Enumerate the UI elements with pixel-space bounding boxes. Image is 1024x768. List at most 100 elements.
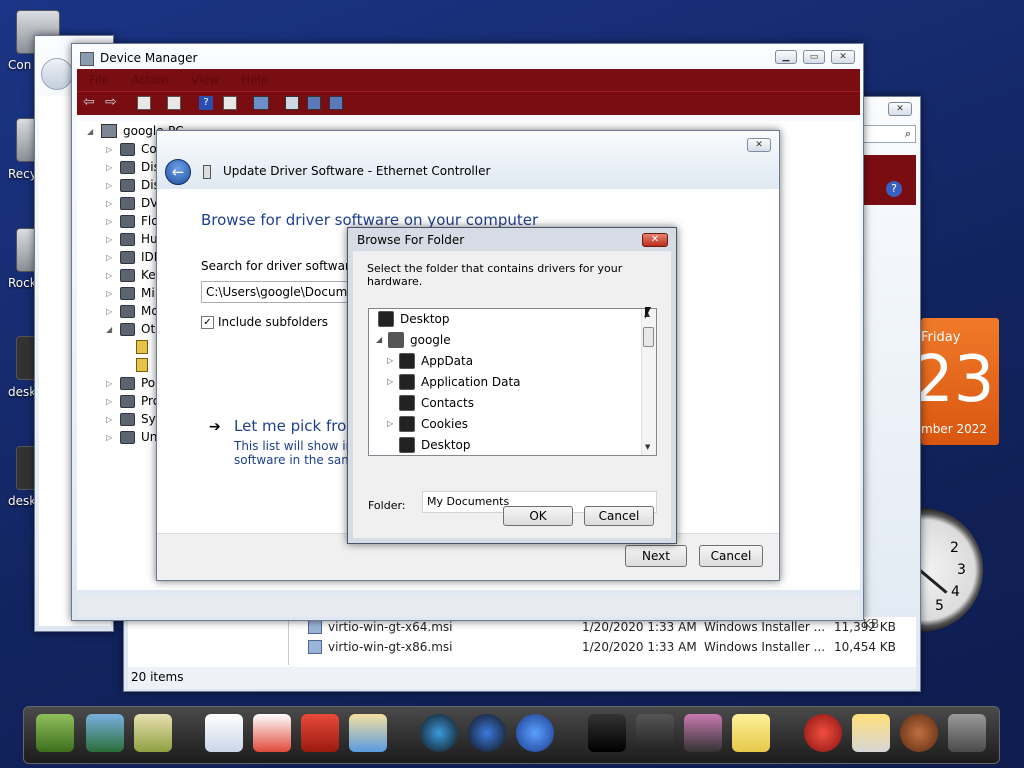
close-button[interactable]: ✕	[831, 50, 855, 64]
next-button[interactable]: Next	[625, 545, 687, 567]
gmail-icon[interactable]	[253, 714, 291, 752]
expand-icon[interactable]: ▷	[106, 181, 114, 190]
gingerbread-icon[interactable]	[900, 714, 938, 752]
angry-birds-icon[interactable]	[804, 714, 842, 752]
view-icon[interactable]	[223, 96, 237, 110]
folder-tree-item[interactable]: ▷ Application Data	[387, 371, 521, 392]
tree-node[interactable]: ▷ DV	[106, 194, 158, 212]
maximize-button[interactable]: ▭	[803, 50, 825, 64]
expand-icon[interactable]: ▷	[106, 235, 114, 244]
minimize-button[interactable]: ▁	[775, 50, 797, 64]
path-input[interactable]: C:\Users\google\Documen	[201, 281, 371, 303]
folder-tree-item[interactable]: ◢ google	[376, 329, 451, 350]
expand-icon[interactable]: ▷	[106, 145, 114, 154]
trash-icon[interactable]	[948, 714, 986, 752]
help-icon[interactable]: ?	[886, 181, 902, 197]
uninstall-icon[interactable]	[307, 96, 321, 110]
tree-node[interactable]: ▷ Po	[106, 374, 155, 392]
wizard-close-button[interactable]: ✕	[747, 138, 771, 152]
expand-icon[interactable]: ▷	[106, 289, 114, 298]
tree-node[interactable]: ◢ Oth	[106, 320, 163, 338]
clock-hand	[918, 568, 948, 594]
expand-icon[interactable]: ▷	[106, 271, 114, 280]
tree-node[interactable]: ▷ Co	[106, 140, 157, 158]
wizard-back-button[interactable]: ←	[165, 159, 191, 185]
tree-node[interactable]: ▷ Flo	[106, 212, 159, 230]
tree-node[interactable]: ▷ Dis	[106, 158, 160, 176]
calculator-icon[interactable]	[636, 714, 674, 752]
scan-hardware-icon[interactable]	[253, 96, 269, 110]
expand-icon[interactable]: ▷	[106, 307, 114, 316]
folder-tree-item[interactable]: Desktop	[378, 308, 450, 329]
folder-tree-item[interactable]: ▷ Cookies	[387, 413, 468, 434]
tree-node[interactable]: ▷ Un	[106, 428, 157, 446]
help-icon[interactable]: ?	[199, 96, 213, 110]
menu-file[interactable]: File	[89, 73, 109, 87]
back-icon[interactable]	[41, 58, 73, 90]
ok-button[interactable]: OK	[503, 506, 573, 526]
tree-node[interactable]: ▷ Hu	[106, 230, 158, 248]
weather-icon[interactable]	[852, 714, 890, 752]
collapse-icon[interactable]: ◢	[106, 325, 114, 334]
details-icon[interactable]	[167, 96, 181, 110]
folder-tree-item[interactable]: Contacts	[399, 392, 474, 413]
wizard-cancel-button[interactable]: Cancel	[699, 545, 763, 567]
menu-action[interactable]: Action	[131, 73, 169, 87]
properties-icon[interactable]	[137, 96, 151, 110]
expand-icon[interactable]: ▷	[387, 356, 399, 365]
enable-icon[interactable]	[329, 96, 343, 110]
file-name: virtio-win-gt-x86.msi	[328, 640, 453, 654]
expand-icon[interactable]: ▷	[387, 419, 399, 428]
item-count: 20 items	[131, 670, 184, 684]
photo-app-icon[interactable]	[684, 714, 722, 752]
speaker-icon[interactable]	[468, 714, 506, 752]
tree-node-child[interactable]	[136, 338, 148, 356]
browser-globe-icon[interactable]	[516, 714, 554, 752]
update-driver-icon[interactable]	[285, 96, 299, 110]
file-row[interactable]: virtio-win-gt-x86.msi 1/20/2020 1:33 AM …	[308, 637, 908, 657]
wizard-title: Update Driver Software - Ethernet Contro…	[223, 164, 491, 178]
tree-node[interactable]: ▷ Sys	[106, 410, 162, 428]
dialog-cancel-button[interactable]: Cancel	[584, 506, 654, 526]
folder-tree-item[interactable]: ▷ AppData	[387, 350, 473, 371]
expand-icon[interactable]: ▷	[106, 163, 114, 172]
maps-icon[interactable]	[349, 714, 387, 752]
android-folder-icon[interactable]	[134, 714, 172, 752]
scroll-down-icon[interactable]: ▼	[645, 443, 650, 451]
expand-icon[interactable]: ▷	[106, 379, 114, 388]
expand-icon[interactable]: ▷	[106, 199, 114, 208]
tree-node[interactable]: ▷ Key	[106, 266, 163, 284]
explorer-close-button[interactable]: ✕	[888, 102, 912, 116]
speaker-icon[interactable]	[420, 714, 458, 752]
expand-icon[interactable]: ▷	[106, 217, 114, 226]
menu-view[interactable]: View	[191, 73, 219, 87]
explorer-search-box[interactable]: ⌕	[858, 125, 916, 143]
expand-icon[interactable]: ▷	[106, 253, 114, 262]
include-subfolders-checkbox[interactable]: ✓ Include subfolders	[201, 315, 328, 329]
menu-help[interactable]: Help	[241, 73, 268, 87]
android-app-icon[interactable]	[36, 714, 74, 752]
youtube-icon[interactable]	[301, 714, 339, 752]
earth-app-icon[interactable]	[86, 714, 124, 752]
tv-app-icon[interactable]	[588, 714, 626, 752]
expand-icon[interactable]: ▷	[106, 433, 114, 442]
tree-node[interactable]: ▷ Mi	[106, 284, 155, 302]
forward-arrow-icon[interactable]: ⇨	[105, 94, 117, 110]
expand-icon[interactable]: ▷	[106, 397, 114, 406]
tree-node[interactable]: ▷ Dis	[106, 176, 160, 194]
collapse-icon[interactable]: ◢	[376, 335, 388, 344]
tree-node[interactable]: ▷ Mo	[106, 302, 159, 320]
scroll-thumb[interactable]	[643, 327, 654, 347]
tree-node-child[interactable]	[136, 356, 148, 374]
expand-icon[interactable]: ▷	[387, 377, 399, 386]
tree-node[interactable]: ▷ Pro	[106, 392, 160, 410]
folder-tree-item[interactable]: Desktop	[399, 434, 471, 455]
play-store-icon[interactable]	[205, 714, 243, 752]
dialog-close-button[interactable]: ✕	[642, 233, 668, 247]
tree-node[interactable]: ▷ IDE	[106, 248, 161, 266]
expand-icon[interactable]: ▷	[106, 415, 114, 424]
collapse-icon[interactable]: ◢	[87, 127, 95, 136]
tree-scrollbar[interactable]: ▲ ▼	[641, 309, 656, 455]
back-arrow-icon[interactable]: ⇦	[83, 94, 95, 110]
notes-icon[interactable]	[732, 714, 770, 752]
